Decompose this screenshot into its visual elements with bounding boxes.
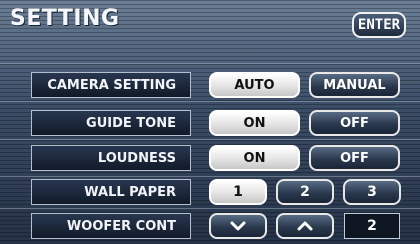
woofer-up-button[interactable] <box>276 213 334 239</box>
divider <box>0 63 420 64</box>
guide-tone-label: GUIDE TONE <box>31 110 191 136</box>
guide-tone-off-button[interactable]: OFF <box>309 110 400 136</box>
woofer-cont-row: WOOFER CONT 2 <box>0 210 420 244</box>
page-title: SETTING <box>10 6 120 31</box>
chevron-up-icon <box>297 221 313 231</box>
wallpaper-1-button[interactable]: 1 <box>209 179 267 205</box>
wall-paper-label: WALL PAPER <box>31 179 191 205</box>
camera-manual-button[interactable]: MANUAL <box>309 72 400 98</box>
woofer-down-button[interactable] <box>209 213 267 239</box>
camera-setting-label: CAMERA SETTING <box>31 72 191 98</box>
loudness-on-button[interactable]: ON <box>209 145 300 171</box>
setting-screen: SETTING ENTER CAMERA SETTING AUTO MANUAL… <box>0 0 420 244</box>
camera-setting-row: CAMERA SETTING AUTO MANUAL <box>0 69 420 103</box>
chevron-down-icon <box>230 221 246 231</box>
guide-tone-row: GUIDE TONE ON OFF <box>0 107 420 141</box>
woofer-value: 2 <box>344 213 400 239</box>
wallpaper-3-button[interactable]: 3 <box>343 179 401 205</box>
loudness-off-button[interactable]: OFF <box>309 145 400 171</box>
camera-auto-button[interactable]: AUTO <box>209 72 300 98</box>
loudness-label: LOUDNESS <box>31 145 191 171</box>
enter-button[interactable]: ENTER <box>352 12 406 38</box>
loudness-row: LOUDNESS ON OFF <box>0 142 420 176</box>
wallpaper-2-button[interactable]: 2 <box>276 179 334 205</box>
woofer-cont-label: WOOFER CONT <box>31 213 191 239</box>
guide-tone-on-button[interactable]: ON <box>209 110 300 136</box>
wall-paper-row: WALL PAPER 1 2 3 <box>0 176 420 210</box>
